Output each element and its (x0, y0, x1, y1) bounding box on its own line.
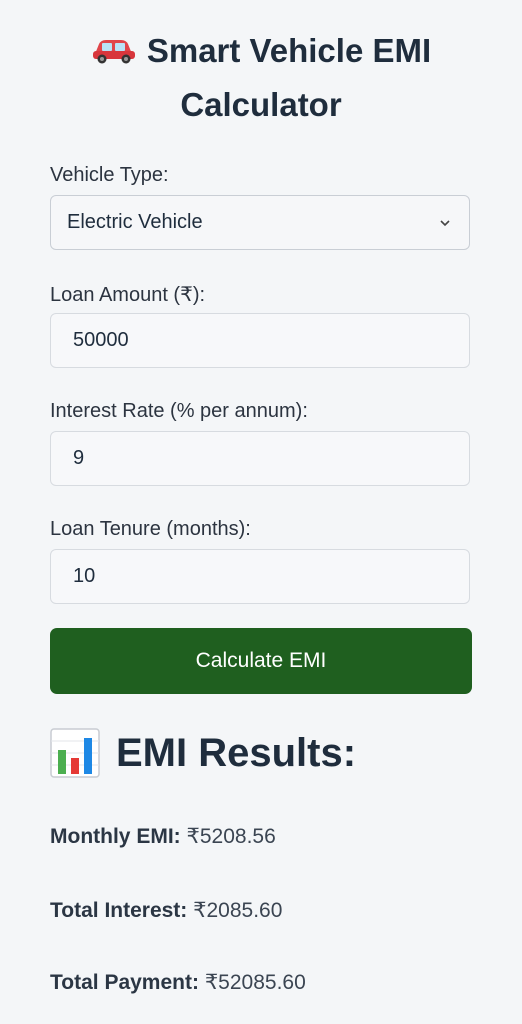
calculate-emi-button[interactable]: Calculate EMI (50, 628, 472, 694)
total-payment-row: Total Payment: ₹52085.60 (50, 970, 306, 995)
chevron-down-icon (440, 219, 450, 226)
monthly-emi-row: Monthly EMI: ₹5208.56 (50, 824, 276, 849)
monthly-emi-value: ₹5208.56 (186, 825, 276, 848)
vehicle-type-select[interactable]: Electric Vehicle (50, 195, 470, 250)
title-line-2: Calculator (180, 86, 342, 123)
loan-amount-input[interactable] (50, 313, 470, 368)
page-title: Smart Vehicle EMI Calculator (20, 24, 502, 132)
interest-rate-input[interactable] (50, 431, 470, 486)
total-interest-label: Total Interest: (50, 899, 188, 922)
vehicle-type-value: Electric Vehicle (67, 211, 203, 233)
monthly-emi-label: Monthly EMI: (50, 825, 181, 848)
loan-tenure-label: Loan Tenure (months): (50, 518, 251, 540)
loan-amount-label: Loan Amount (₹): (50, 284, 206, 306)
results-heading-text: EMI Results: (116, 730, 357, 775)
bar-chart-icon (50, 728, 100, 778)
total-interest-row: Total Interest: ₹2085.60 (50, 898, 282, 923)
emi-calculator: Smart Vehicle EMI Calculator Vehicle Typ… (0, 0, 522, 1024)
total-payment-value: ₹52085.60 (204, 971, 306, 994)
title-line-1: Smart Vehicle EMI (146, 32, 432, 69)
vehicle-type-label: Vehicle Type: (50, 164, 169, 186)
results-heading: EMI Results: (50, 728, 356, 778)
interest-rate-label: Interest Rate (% per annum): (50, 400, 308, 422)
total-payment-label: Total Payment: (50, 971, 199, 994)
loan-tenure-input[interactable] (50, 549, 470, 604)
total-interest-value: ₹2085.60 (193, 899, 283, 922)
car-icon (92, 40, 135, 64)
